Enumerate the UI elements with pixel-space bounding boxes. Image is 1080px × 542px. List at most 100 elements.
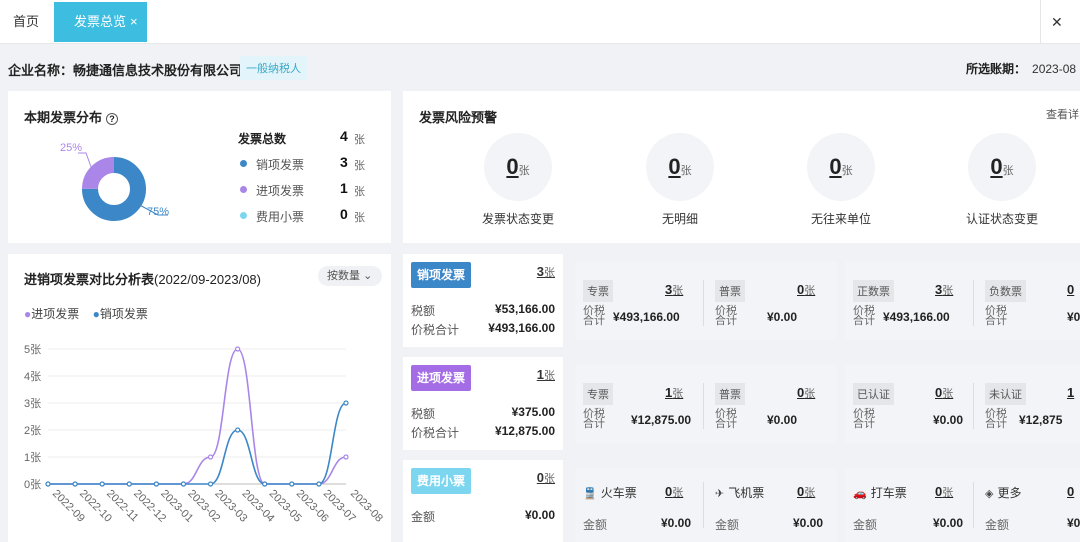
unit-label: 张: [354, 212, 365, 224]
unit-label: 张: [1002, 165, 1014, 177]
distribution-row-purchase: 进项发票 1 张: [238, 179, 378, 199]
unit-label: 张: [354, 160, 365, 172]
info-bar: 企业名称：畅捷通信息技术股份有限公司 一般纳税人 所选账期： 2023-08: [0, 55, 1080, 81]
purchase-tax-value: ¥375.00: [511, 405, 555, 419]
sub-count: 0张: [665, 484, 684, 499]
unit-label: 张: [544, 267, 555, 279]
close-icon[interactable]: ×: [130, 14, 138, 29]
data-point: [289, 481, 295, 487]
unit-label: 张: [354, 134, 365, 146]
train-icon: 🚆: [583, 488, 597, 500]
data-point: [72, 481, 78, 487]
sub-label: 价税合计: [985, 305, 1007, 327]
tax-type-badge: 一般纳税人: [240, 56, 307, 80]
data-point: [343, 400, 349, 406]
sales-sub-positive[interactable]: 正数票 3张 价税合计 ¥493,166.00: [845, 268, 965, 334]
expense-sub-train[interactable]: 🚆 火车票 0张 金额 ¥0.00: [575, 468, 695, 534]
y-tick-label: 2张: [24, 424, 41, 437]
sub-value: ¥0.00: [767, 413, 798, 427]
distribution-row-expense: 费用小票 0 张: [238, 205, 378, 225]
sales-tax-value: ¥53,166.00: [494, 302, 555, 316]
sub-value: ¥0.00: [933, 516, 964, 530]
tab-label: 发票总览: [74, 14, 127, 29]
line-chart: 0张1张2张3张4张5张2022-092022-102022-112022-12…: [24, 343, 385, 525]
sub-label: 价税合计: [583, 305, 605, 327]
sub-label: 金额: [985, 518, 1010, 532]
sub-count: 0张: [935, 484, 954, 499]
sub-value: ¥0.00: [661, 516, 692, 530]
sub-count: 0: [1067, 282, 1075, 297]
purchase-count[interactable]: 1张: [537, 367, 555, 383]
sub-tag: 已认证: [853, 383, 894, 405]
purchase-sub-certified[interactable]: 已认证 0张 价税合计 ¥0.00: [845, 371, 965, 437]
sales-sub-special[interactable]: 专票 3张 价税合计 ¥493,166.00: [575, 268, 695, 334]
sub-tag: 负数票: [985, 280, 1026, 302]
risk-count-circle[interactable]: 0张: [484, 133, 552, 201]
sub-tag: ◈ 更多: [985, 486, 1022, 500]
purchase-sub-ordinary[interactable]: 普票 0张 价税合计 ¥0.00: [707, 371, 827, 437]
divider: [703, 280, 704, 326]
y-tick-label: 4张: [24, 370, 41, 383]
compare-card: 进销项发票对比分析表(2022/09-2023/08) 按数量 ⌄ ●进项发票 …: [8, 254, 391, 542]
unit-label: 张: [680, 165, 692, 177]
close-all-tabs-icon[interactable]: ✕: [1040, 0, 1080, 44]
expense-other-box: 🚗 打车票 0张 金额 ¥0.00 ◈ 更多 0 金额 ¥0: [845, 468, 1080, 542]
expense-badge[interactable]: 费用小票: [411, 468, 471, 494]
risk-title: 发票风险预警: [419, 110, 498, 125]
expense-sub-taxi[interactable]: 🚗 打车票 0张 金额 ¥0.00: [845, 468, 965, 534]
tab-bar: 首页 发票总览 × ✕: [0, 0, 1080, 44]
sales-count[interactable]: 3张: [537, 264, 555, 280]
data-point: [235, 427, 241, 433]
data-point: [316, 481, 322, 487]
tab-invoice-overview[interactable]: 发票总览 ×: [54, 2, 147, 42]
distribution-row-sales: 销项发票 3 张: [238, 153, 378, 173]
expense-summary: 费用小票 0张 金额 ¥0.00: [403, 460, 563, 542]
risk-count-circle[interactable]: 0张: [646, 133, 714, 201]
purchase-badge[interactable]: 进项发票: [411, 365, 471, 391]
sales-sub-negative[interactable]: 负数票 0 价税合计 ¥0: [977, 268, 1080, 334]
legend-dot: [240, 212, 247, 219]
divider: [703, 383, 704, 429]
y-tick-label: 1张: [24, 451, 41, 464]
sub-value: ¥0.00: [767, 310, 798, 324]
total-count: 4: [340, 128, 348, 144]
purchase-total-value: ¥12,875.00: [494, 424, 555, 438]
y-tick-label: 3张: [24, 397, 41, 410]
risk-count: 0: [506, 154, 519, 179]
risk-label: 认证状态变更: [965, 212, 1038, 226]
expense-amount-value: ¥0.00: [524, 508, 555, 522]
expense-count[interactable]: 0张: [537, 470, 555, 486]
legend-count: 3: [340, 154, 348, 170]
total-label: 发票总数: [238, 132, 287, 146]
expense-amount-label: 金额: [411, 510, 436, 524]
series-line: [47, 348, 347, 485]
period-display[interactable]: 所选账期： 2023-08: [966, 60, 1076, 77]
legend-dot: [240, 160, 247, 167]
car-icon: 🚗: [853, 488, 867, 500]
unit-label: 张: [544, 473, 555, 485]
sub-count: 0张: [797, 484, 816, 499]
sub-tag: 普票: [715, 280, 745, 302]
risk-count-circle[interactable]: 0张: [807, 133, 875, 201]
view-details-link[interactable]: 查看详: [1046, 106, 1079, 122]
legend-dot: [240, 186, 247, 193]
sub-tag: ✈ 飞机票: [715, 486, 765, 500]
purchase-summary: 进项发票 1张 税额 ¥375.00 价税合计 ¥12,875.00: [403, 357, 563, 450]
sales-sub-ordinary[interactable]: 普票 0张 价税合计 ¥0.00: [707, 268, 827, 334]
data-point: [99, 481, 105, 487]
tab-home[interactable]: 首页: [0, 0, 52, 44]
purchase-sub-uncertified[interactable]: 未认证 1 价税合计 ¥12,875: [977, 371, 1080, 437]
expense-sub-plane[interactable]: ✈ 飞机票 0张 金额 ¥0.00: [707, 468, 827, 534]
sales-type-box: 专票 3张 价税合计 ¥493,166.00 普票 0张 价税合计 ¥0.00: [575, 262, 837, 340]
legend-count: 1: [340, 180, 348, 196]
sales-total-value: ¥493,166.00: [488, 321, 555, 335]
layers-icon: ◈: [985, 488, 994, 500]
sales-tax-label: 税额: [411, 304, 436, 318]
unit-label: 张: [544, 370, 555, 382]
risk-count-circle[interactable]: 0张: [968, 133, 1036, 201]
y-tick-label: 5张: [24, 343, 41, 356]
expense-sub-more[interactable]: ◈ 更多 0 金额 ¥0: [977, 468, 1080, 534]
data-point: [207, 454, 214, 460]
sales-badge[interactable]: 销项发票: [411, 262, 471, 288]
purchase-sub-special[interactable]: 专票 1张 价税合计 ¥12,875.00: [575, 371, 695, 437]
